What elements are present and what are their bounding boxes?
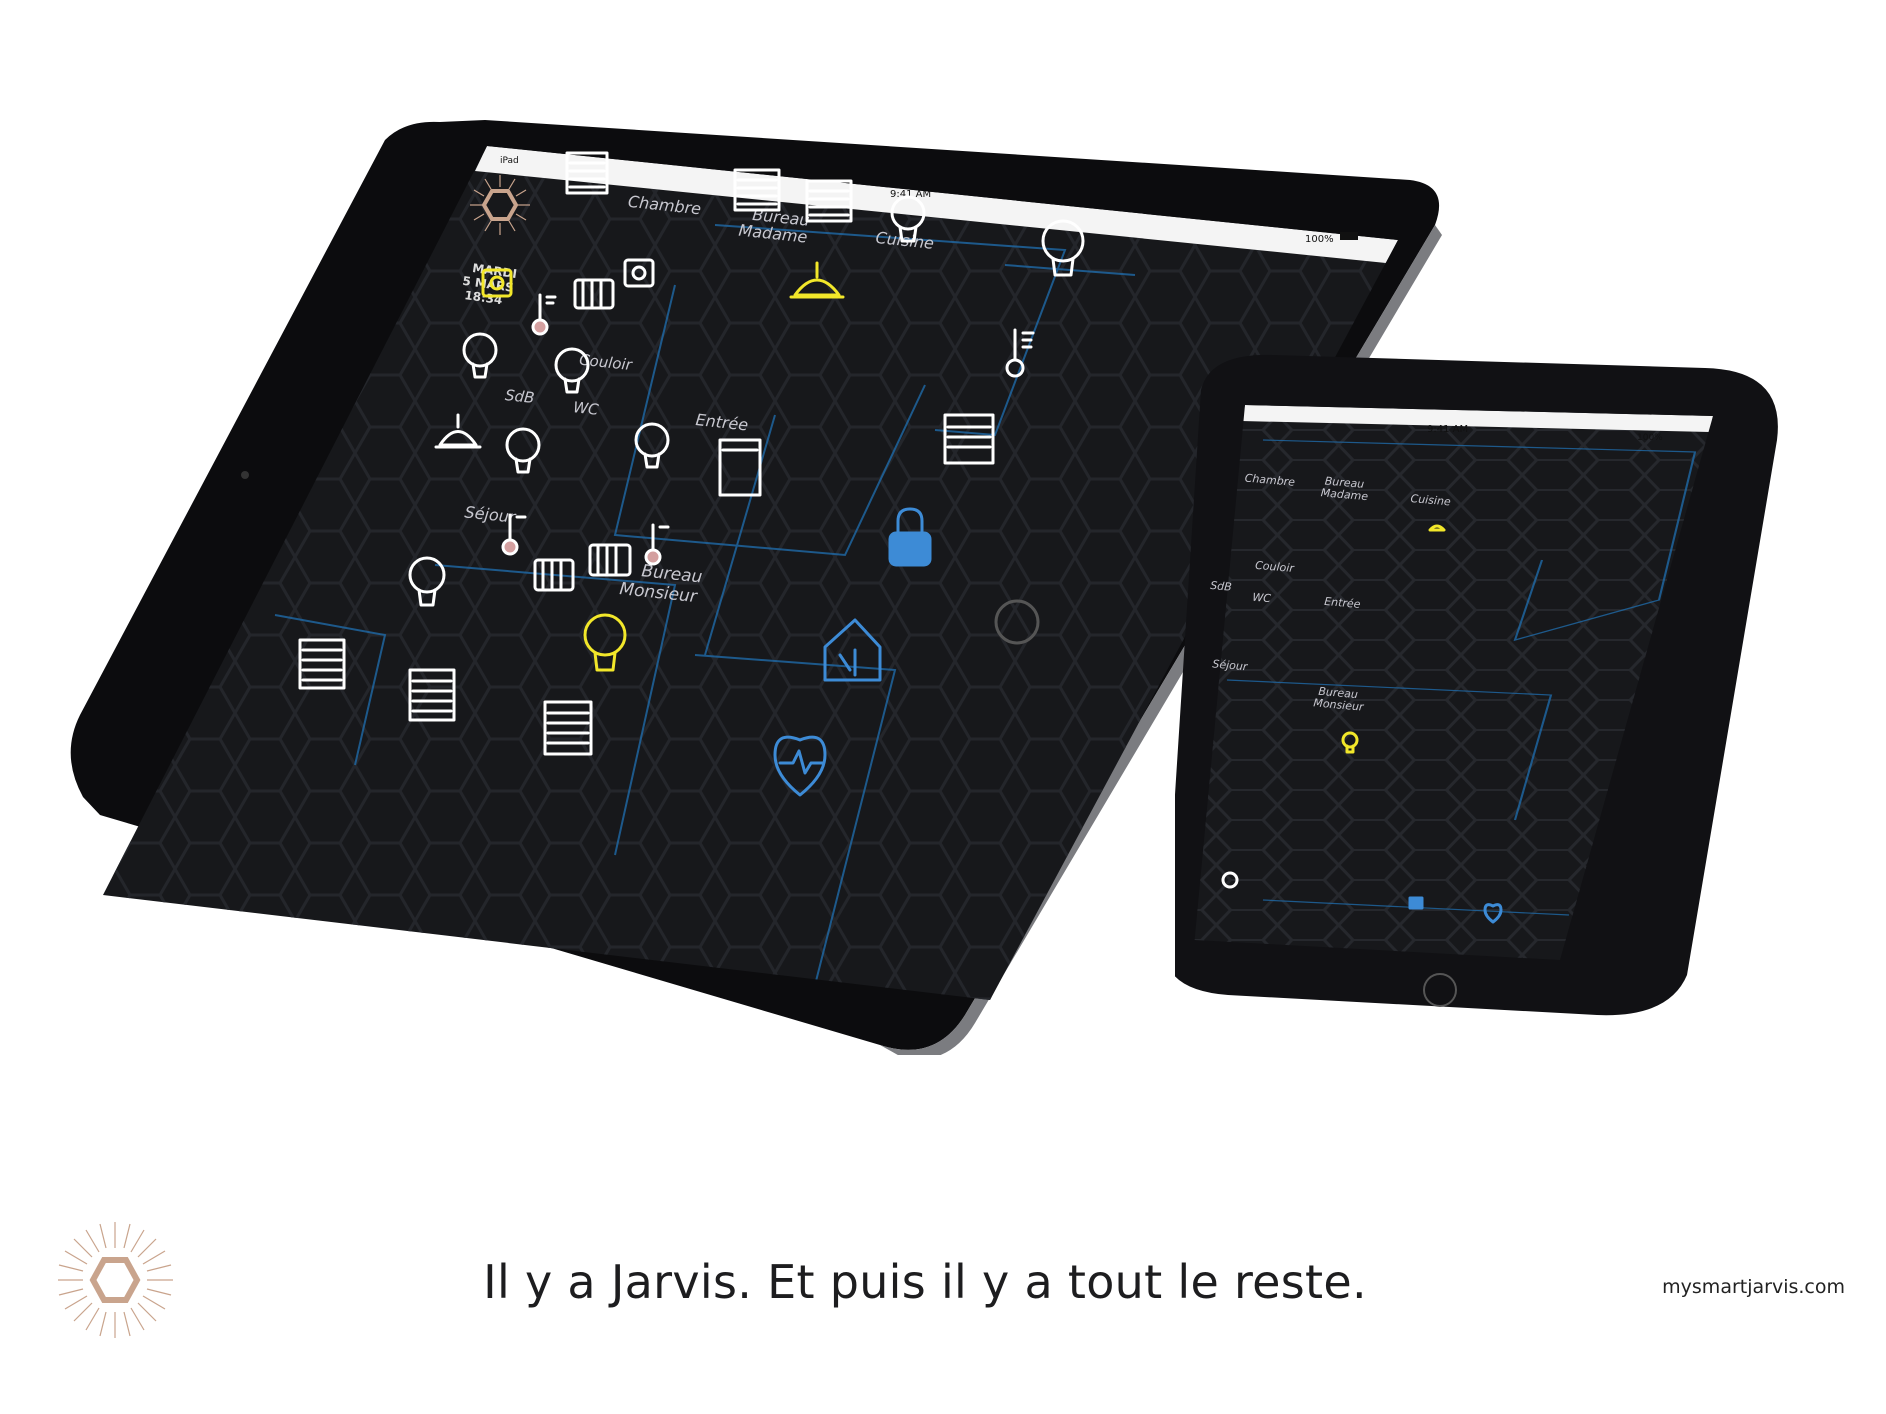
phone-status-time: 9:41 AM — [1427, 424, 1468, 435]
battery-icon — [1340, 232, 1358, 240]
tagline: Il y a Jarvis. Et puis il y a tout le re… — [483, 1255, 1367, 1309]
phone-status-battery: 100% — [1637, 433, 1663, 443]
phone-room-label-wc: WC — [1252, 591, 1272, 606]
room-label-sdb: SdB — [504, 386, 535, 407]
tablet-status-device: iPad — [500, 156, 519, 166]
front-camera-icon — [241, 471, 249, 479]
phone-device: 9:41 AM 100% Chambre Bureau Madame Cuisi… — [1165, 350, 1815, 1075]
phone-room-label-sdb: SdB — [1210, 579, 1233, 594]
room-label-wc: WC — [572, 398, 600, 419]
website-url[interactable]: mysmartjarvis.com — [1620, 1276, 1845, 1298]
phone-bottom-lock-icon[interactable] — [1408, 896, 1424, 910]
jarvis-brand-logo — [57, 1218, 173, 1343]
tablet-status-battery: 100% — [1305, 234, 1334, 245]
